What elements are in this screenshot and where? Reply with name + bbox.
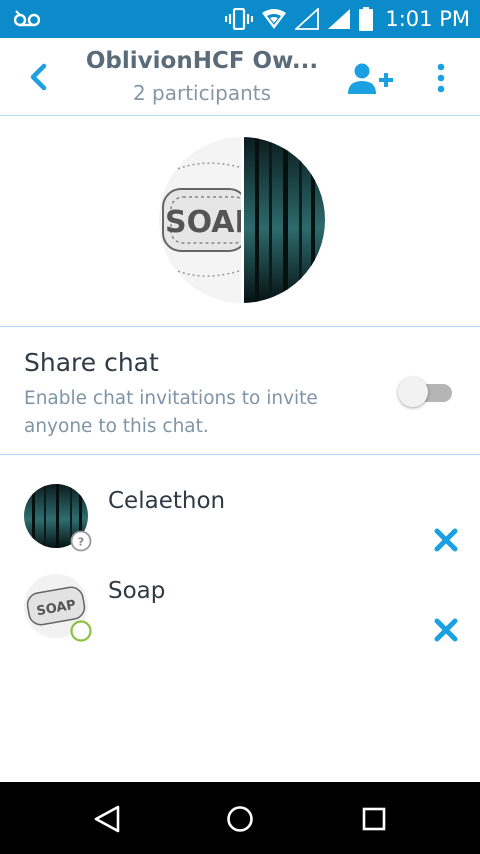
nav-home-button[interactable] — [223, 802, 257, 836]
chat-header: OblivionHCF Ow... 2 participants — [0, 38, 480, 116]
signal-full-icon — [328, 9, 351, 29]
back-arrow-icon — [30, 63, 47, 91]
add-person-icon — [348, 63, 393, 94]
close-icon — [434, 618, 458, 642]
avatar: SOAP — [24, 574, 92, 642]
participant-count: 2 participants — [132, 81, 272, 105]
voicemail-icon — [13, 10, 41, 27]
share-chat-title: Share chat — [24, 348, 159, 377]
nav-recents-button[interactable] — [357, 802, 391, 836]
group-avatar-image: SOAP — [159, 137, 325, 303]
participant-row[interactable]: SOAP Soap — [0, 570, 480, 660]
svg-text:?: ? — [78, 536, 84, 549]
nav-back-button[interactable] — [90, 802, 124, 836]
back-triangle-icon — [94, 805, 120, 833]
participant-row[interactable]: ? Celaethon — [0, 480, 480, 570]
presence-online-icon — [70, 620, 92, 642]
status-time: 1:01 PM — [385, 7, 470, 31]
system-nav-bar — [0, 782, 480, 854]
participant-name: Celaethon — [108, 488, 226, 514]
add-participant-button[interactable] — [346, 62, 396, 96]
participant-name: Soap — [108, 578, 166, 604]
signal-empty-icon — [295, 8, 320, 30]
more-options-button[interactable] — [428, 58, 454, 98]
title-block[interactable]: OblivionHCF Ow... 2 participants — [80, 48, 324, 105]
status-bar: 1:01 PM — [0, 0, 480, 38]
share-chat-section: Share chat Enable chat invitations to in… — [0, 327, 480, 455]
recents-square-icon — [362, 807, 386, 831]
battery-icon — [359, 7, 374, 31]
more-vert-icon — [437, 63, 445, 93]
remove-participant-button[interactable] — [432, 616, 460, 644]
share-chat-description: Enable chat invitations to invite anyone… — [24, 388, 318, 437]
share-chat-toggle[interactable] — [398, 377, 454, 407]
group-avatar[interactable]: SOAP — [159, 137, 325, 303]
chat-title: OblivionHCF Ow... — [85, 48, 319, 74]
presence-unknown-icon: ? — [70, 530, 92, 552]
avatar: ? — [24, 484, 92, 552]
remove-participant-button[interactable] — [432, 526, 460, 554]
group-avatar-section: SOAP — [0, 116, 480, 327]
home-circle-icon — [227, 806, 253, 832]
wifi-icon — [262, 9, 287, 29]
vibrate-icon — [225, 8, 254, 30]
toggle-knob — [398, 377, 428, 407]
close-icon — [434, 528, 458, 552]
back-button[interactable] — [24, 62, 54, 92]
